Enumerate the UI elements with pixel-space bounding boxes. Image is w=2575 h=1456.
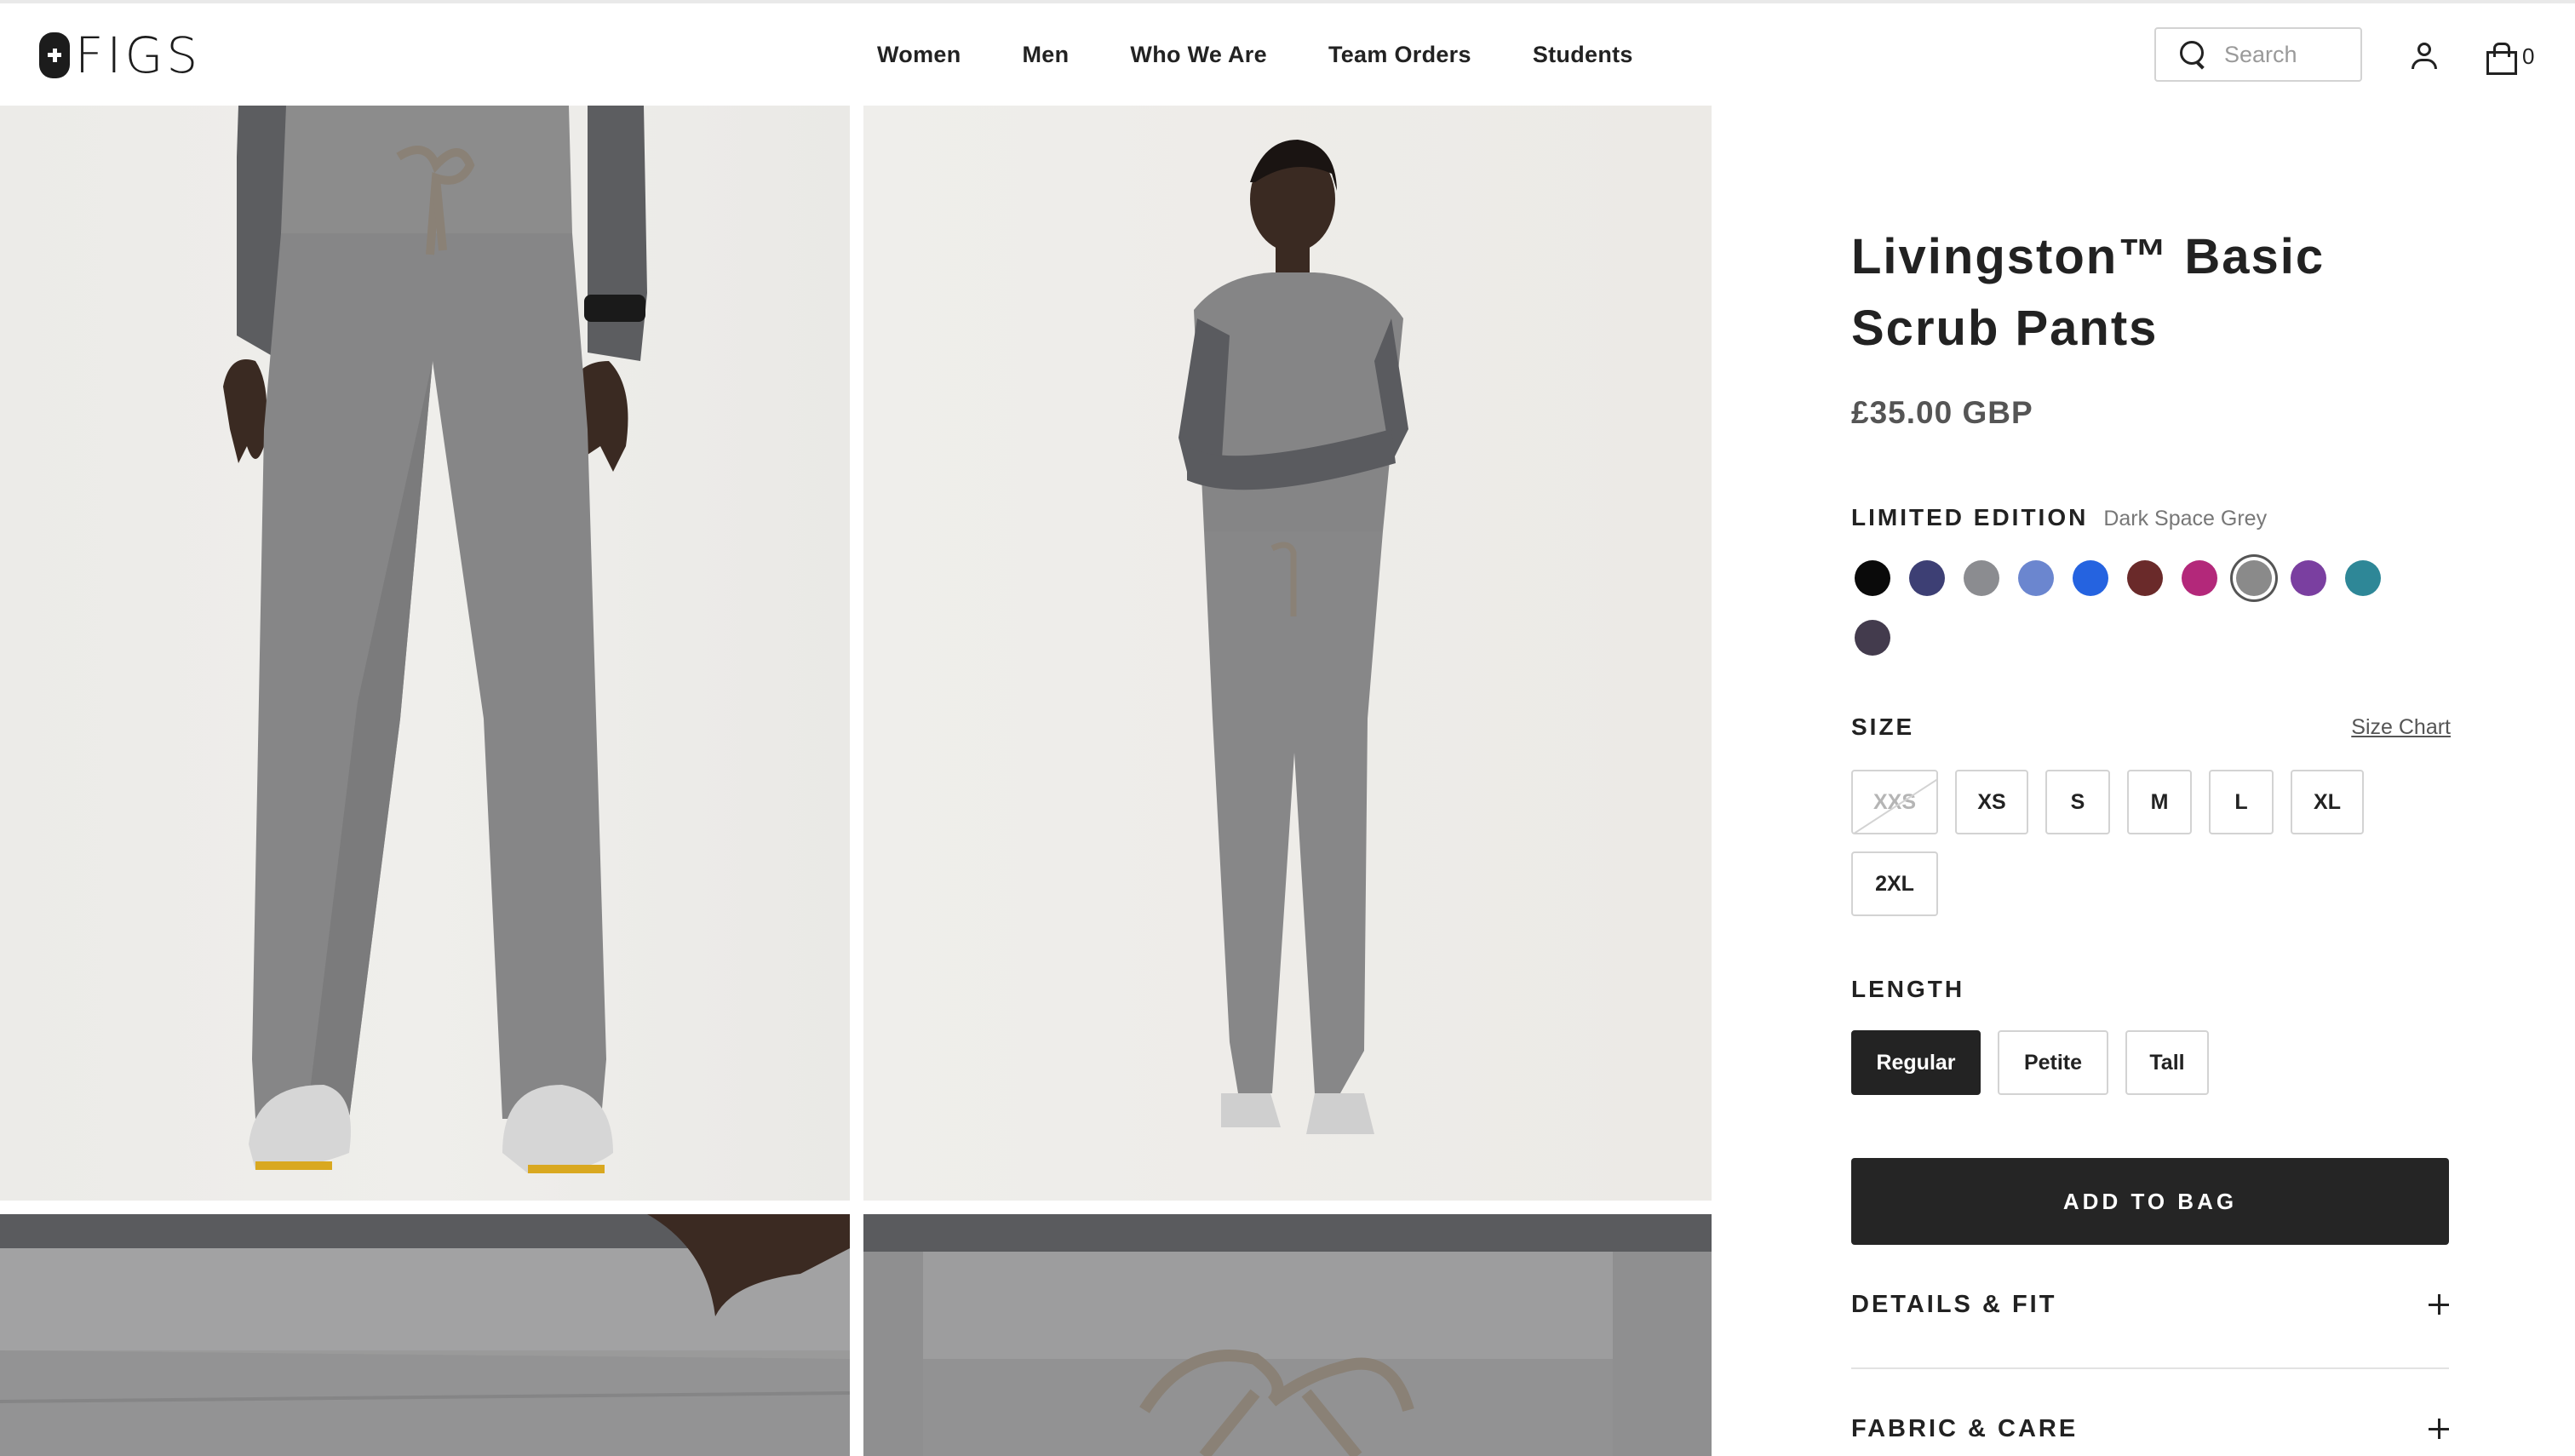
size-button-xl[interactable]: XL (2291, 770, 2364, 834)
color-swatch-burgundy[interactable] (2127, 560, 2163, 596)
nav-team-orders[interactable]: Team Orders (1328, 37, 1471, 72)
size-button-2xl[interactable]: 2XL (1851, 851, 1938, 916)
account-icon[interactable] (2410, 43, 2439, 70)
product-image-waistband-detail[interactable] (0, 1214, 850, 1456)
color-swatch-navy[interactable] (1909, 560, 1945, 596)
product-image-full-body[interactable] (863, 106, 1712, 1201)
search-icon (2180, 41, 2207, 68)
size-button-xs[interactable]: XS (1955, 770, 2028, 834)
color-swatch-dark-space-grey[interactable] (2236, 560, 2272, 596)
plus-icon (2429, 1419, 2449, 1439)
length-button-petite[interactable]: Petite (1998, 1030, 2108, 1095)
product-price: £35.00 GBP (1851, 395, 2033, 430)
figs-plus-logo-icon (39, 32, 70, 78)
plus-icon (2429, 1294, 2449, 1315)
bag-count: 0 (2522, 43, 2535, 69)
size-button-l[interactable]: L (2209, 770, 2274, 834)
accordion-details-fit[interactable]: DETAILS & FIT (1851, 1279, 2449, 1330)
color-label-row: LIMITED EDITION Dark Space Grey (1851, 504, 2267, 531)
figs-logo[interactable]: FIGS (39, 31, 201, 80)
pants-front-illustration (223, 106, 647, 1173)
add-to-bag-button[interactable]: ADD TO BAG (1851, 1158, 2449, 1245)
size-button-s[interactable]: S (2045, 770, 2110, 834)
color-swatch-grey[interactable] (1964, 560, 1999, 596)
size-label: SIZE (1851, 714, 1915, 740)
product-image-drawstring-detail[interactable] (863, 1214, 1712, 1456)
accordion-fabric-care[interactable]: FABRIC & CARE (1851, 1403, 2449, 1454)
length-label: LENGTH (1851, 976, 1965, 1002)
length-button-regular[interactable]: Regular (1851, 1030, 1981, 1095)
color-swatch-periwinkle[interactable] (2018, 560, 2054, 596)
color-swatch-purple[interactable] (2291, 560, 2326, 596)
color-swatch-plum[interactable] (1855, 620, 1890, 656)
shopping-bag-icon (2486, 43, 2517, 75)
color-swatch-black[interactable] (1855, 560, 1890, 596)
search-input[interactable] (2224, 41, 2352, 68)
accordion-fabric-care-title: FABRIC & CARE (1851, 1414, 2079, 1442)
model-full-body-illustration (1179, 140, 1408, 1134)
account-icon-head (2417, 43, 2431, 56)
logo-text: FIGS (75, 26, 202, 84)
length-button-tall[interactable]: Tall (2125, 1030, 2209, 1095)
color-swatch-royal-blue[interactable] (2073, 560, 2108, 596)
selected-color-name: Dark Space Grey (2103, 507, 2268, 530)
size-chart-link[interactable]: Size Chart (2351, 715, 2451, 740)
product-image-front-pants[interactable] (0, 106, 850, 1201)
account-icon-body (2412, 59, 2437, 69)
color-swatch-teal[interactable] (2345, 560, 2381, 596)
main-nav: Women Men Who We Are Team Orders Student… (877, 37, 1633, 72)
product-title: Livingston™ Basic Scrub Pants (1851, 229, 2326, 356)
size-button-xxs[interactable]: XXS (1851, 770, 1938, 834)
nav-who-we-are[interactable]: Who We Are (1130, 37, 1267, 72)
nav-men[interactable]: Men (1023, 37, 1070, 72)
color-swatch-magenta[interactable] (2182, 560, 2217, 596)
nav-women[interactable]: Women (877, 37, 961, 72)
search-box[interactable] (2154, 27, 2362, 82)
accordion-details-fit-title: DETAILS & FIT (1851, 1290, 2057, 1318)
waistband-detail-illustration (0, 1214, 850, 1456)
accordion-divider (1851, 1367, 2449, 1369)
site-header: FIGS Women Men Who We Are Team Orders St… (0, 3, 2575, 106)
color-collection-label: LIMITED EDITION (1851, 504, 2089, 530)
nav-students[interactable]: Students (1533, 37, 1633, 72)
drawstring-detail-illustration (863, 1214, 1712, 1456)
shopping-bag[interactable]: 0 (2486, 39, 2535, 75)
size-button-m[interactable]: M (2127, 770, 2192, 834)
